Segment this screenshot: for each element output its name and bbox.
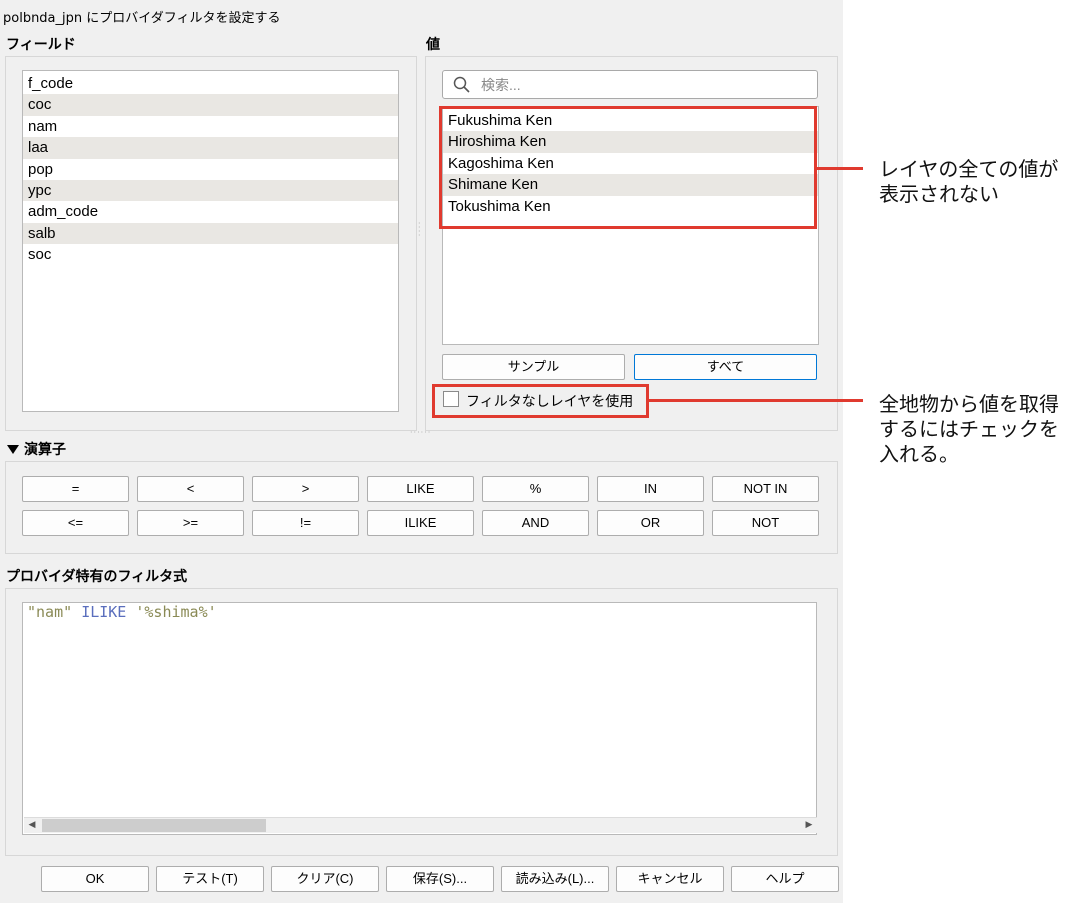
field-item-coc[interactable]: coc [23, 94, 398, 116]
values-search-input[interactable] [479, 74, 813, 96]
field-item-ypc[interactable]: ypc [23, 179, 398, 202]
expression-label: プロバイダ特有のフィルタ式 [6, 569, 188, 585]
load-button[interactable]: 読み込み(L)... [501, 866, 609, 892]
values-annotation-line-1: レイヤの全ての値が [879, 157, 1059, 181]
all-button[interactable]: すべて [634, 354, 817, 380]
fields-list[interactable]: f_code coc nam laa pop ypc adm_code salb… [22, 70, 399, 412]
checkbox-annotation-line-3: 入れる。 [879, 442, 959, 466]
operator-less-equal-button[interactable]: <= [22, 510, 129, 536]
scroll-left-icon[interactable]: ◀ [24, 818, 40, 833]
operator-ilike-button[interactable]: ILIKE [367, 510, 474, 536]
collapse-triangle-icon[interactable] [7, 445, 19, 454]
operator-equals-button[interactable]: = [22, 476, 129, 502]
operator-not-button[interactable]: NOT [712, 510, 819, 536]
operator-and-button[interactable]: AND [482, 510, 589, 536]
operator-percent-button[interactable]: % [482, 476, 589, 502]
field-item-pop[interactable]: pop [23, 159, 398, 180]
cancel-button[interactable]: キャンセル [616, 866, 724, 892]
expression-keyword-token: ILIKE [81, 603, 127, 621]
filter-expression-editor[interactable]: "nam" ILIKE '%shima%' ◀ ▶ [22, 602, 817, 835]
scroll-right-icon[interactable]: ▶ [801, 818, 817, 833]
vertical-splitter-handle[interactable]: · · · · [418, 220, 422, 240]
checkbox-annotation-line-1: 全地物から値を取得 [879, 392, 1059, 416]
clear-button[interactable]: クリア(C) [271, 866, 379, 892]
values-annotation: レイヤの全ての値が 表示されない [879, 157, 1058, 207]
operator-like-button[interactable]: LIKE [367, 476, 474, 502]
fields-label: フィールド [6, 37, 76, 53]
scrollbar-thumb[interactable] [42, 819, 266, 832]
expression-field-token: "nam" [27, 603, 73, 621]
operators-label: 演算子 [24, 442, 66, 458]
values-label: 値 [426, 37, 440, 53]
values-annotation-line-2: 表示されない [879, 182, 999, 206]
expression-text[interactable]: "nam" ILIKE '%shima%' [27, 603, 217, 621]
operator-greater-than-button[interactable]: > [252, 476, 359, 502]
help-button[interactable]: ヘルプ [731, 866, 839, 892]
sample-button[interactable]: サンプル [442, 354, 625, 380]
field-item-adm-code[interactable]: adm_code [23, 201, 398, 222]
values-search-box[interactable] [442, 70, 818, 99]
operator-in-button[interactable]: IN [597, 476, 704, 502]
save-button[interactable]: 保存(S)... [386, 866, 494, 892]
ok-button[interactable]: OK [41, 866, 149, 892]
operator-or-button[interactable]: OR [597, 510, 704, 536]
operator-not-equal-button[interactable]: != [252, 510, 359, 536]
values-highlight-box [439, 106, 817, 229]
window-title: polbnda_jpn にプロバイダフィルタを設定する [3, 11, 281, 26]
field-item-soc[interactable]: soc [23, 244, 398, 265]
field-item-f-code[interactable]: f_code [23, 73, 398, 94]
expression-string-token: '%shima%' [135, 603, 217, 621]
horizontal-splitter-handle[interactable]: ······ [410, 428, 431, 437]
field-item-nam[interactable]: nam [23, 116, 398, 137]
checkbox-annotation: 全地物から値を取得 するにはチェックを 入れる。 [879, 392, 1059, 467]
operator-not-in-button[interactable]: NOT IN [712, 476, 819, 502]
operator-less-than-button[interactable]: < [137, 476, 244, 502]
horizontal-scrollbar[interactable]: ◀ ▶ [24, 817, 817, 833]
search-icon [453, 76, 470, 93]
operators-group [5, 461, 838, 554]
operator-greater-equal-button[interactable]: >= [137, 510, 244, 536]
checkbox-annotation-line-2: するにはチェックを [879, 417, 1059, 441]
field-item-laa[interactable]: laa [23, 137, 398, 159]
checkbox-highlight-box [432, 384, 649, 418]
field-item-salb[interactable]: salb [23, 222, 398, 245]
checkbox-callout-line [648, 399, 863, 402]
test-button[interactable]: テスト(T) [156, 866, 264, 892]
values-callout-line [816, 167, 863, 170]
